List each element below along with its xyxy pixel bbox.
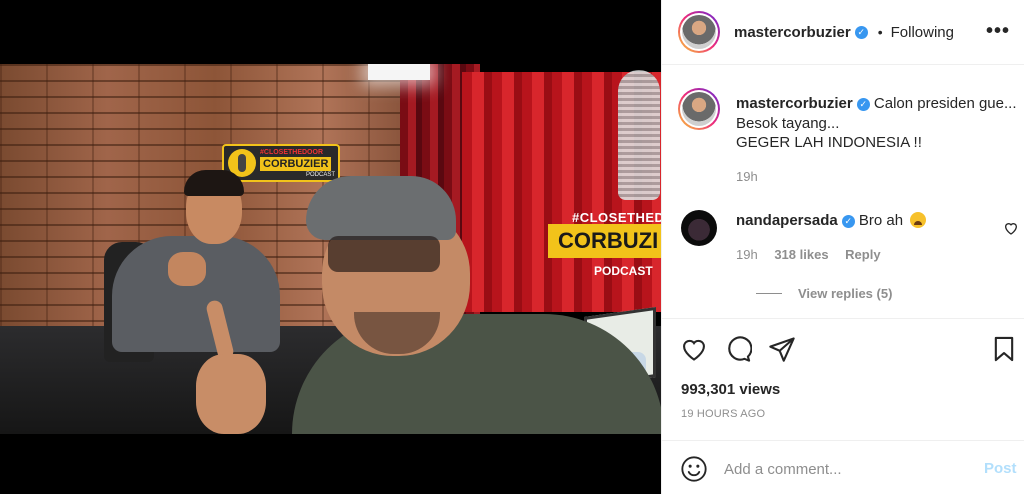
comment-meta: 19h 318 likes Reply [736,247,894,262]
post-actions-bar: 993,301 views 19 HOURS AGO [662,318,1024,438]
verified-badge-icon: ✓ [856,98,870,111]
more-options-icon[interactable]: ••• [986,21,1010,41]
following-button[interactable]: Following [891,24,954,41]
post-timestamp[interactable]: 19 HOURS AGO [681,408,765,420]
comment-input[interactable] [724,456,954,482]
host-person-hand [196,354,266,434]
comment-like-heart-icon[interactable] [1003,220,1019,236]
host-person-sunglasses [328,236,440,272]
caption-line-3: GEGER LAH INDONESIA !! [736,134,922,151]
smiley-icon[interactable] [680,455,708,483]
commenter-username-link[interactable]: nandapersada [736,212,838,229]
sign-hashtag-text: #CLOSETHEDOOR [260,149,324,156]
separator-dot: • [877,24,883,40]
comment-bubble-icon[interactable] [724,335,752,363]
comment-text: Bro ah [858,212,904,229]
guest-person-hand [168,252,206,286]
comment-reply-button[interactable]: Reply [845,247,880,262]
view-replies-button[interactable]: View replies (5) [756,286,892,301]
post-comment-button[interactable]: Post [984,460,1017,477]
guest-person-hair [184,170,244,196]
video-frame[interactable]: #CLOSETHEDO CORBUZI PODCAST #CLOSETHEDOO… [0,64,661,434]
caption-line-1: Calon presiden gue... [873,95,1017,112]
sign-sub-text: PODCAST [306,172,336,178]
author-avatar[interactable] [678,11,720,53]
caption-author-avatar-image [682,92,716,126]
author-username-link[interactable]: mastercorbuzier [734,24,851,41]
comment-body: nandapersada ✓ Bro ah [736,212,927,229]
microphone-graphic [618,70,660,200]
paper-plane-icon[interactable] [768,335,796,363]
comment-likes-count[interactable]: 318 likes [774,247,828,262]
add-comment-bar: Post [662,440,1024,494]
post-side-panel: mastercorbuzier ✓ • Following ••• master… [661,0,1024,494]
verified-badge-icon: ✓ [841,215,855,228]
commenter-avatar[interactable] [681,210,717,246]
screen-banner-text: CORBUZI [548,224,661,258]
sign-main-text: CORBUZIER [260,157,332,171]
views-count[interactable]: 993,301 views [681,381,780,398]
screen-subtitle-text: PODCAST [594,264,653,278]
post-header: mastercorbuzier ✓ • Following ••• [662,0,1024,65]
heart-icon[interactable] [680,335,708,363]
podcast-logo-sign: #CLOSETHEDOOR CORBUZIER PODCAST [222,144,340,182]
post-video[interactable]: #CLOSETHEDO CORBUZI PODCAST #CLOSETHEDOO… [0,0,661,494]
verified-badge-icon: ✓ [854,25,868,39]
host-person-cap [306,176,456,240]
caption-author-avatar[interactable] [678,88,720,130]
author-avatar-image [682,15,716,49]
comment-timestamp[interactable]: 19h [736,247,758,262]
caption-timestamp[interactable]: 19h [736,169,758,184]
view-replies-label: View replies (5) [798,286,893,301]
replies-divider-line [756,293,782,294]
bookmark-icon[interactable] [990,335,1018,363]
caption-body: mastercorbuzier ✓ Calon presiden gue... B… [736,94,1017,153]
screen-hashtag-text: #CLOSETHEDO [572,210,661,225]
caption-username-link[interactable]: mastercorbuzier [736,95,853,112]
studio-light [368,64,430,80]
weary-face-emoji-icon [910,212,927,228]
caption-line-2: Besok tayang... [736,114,840,132]
